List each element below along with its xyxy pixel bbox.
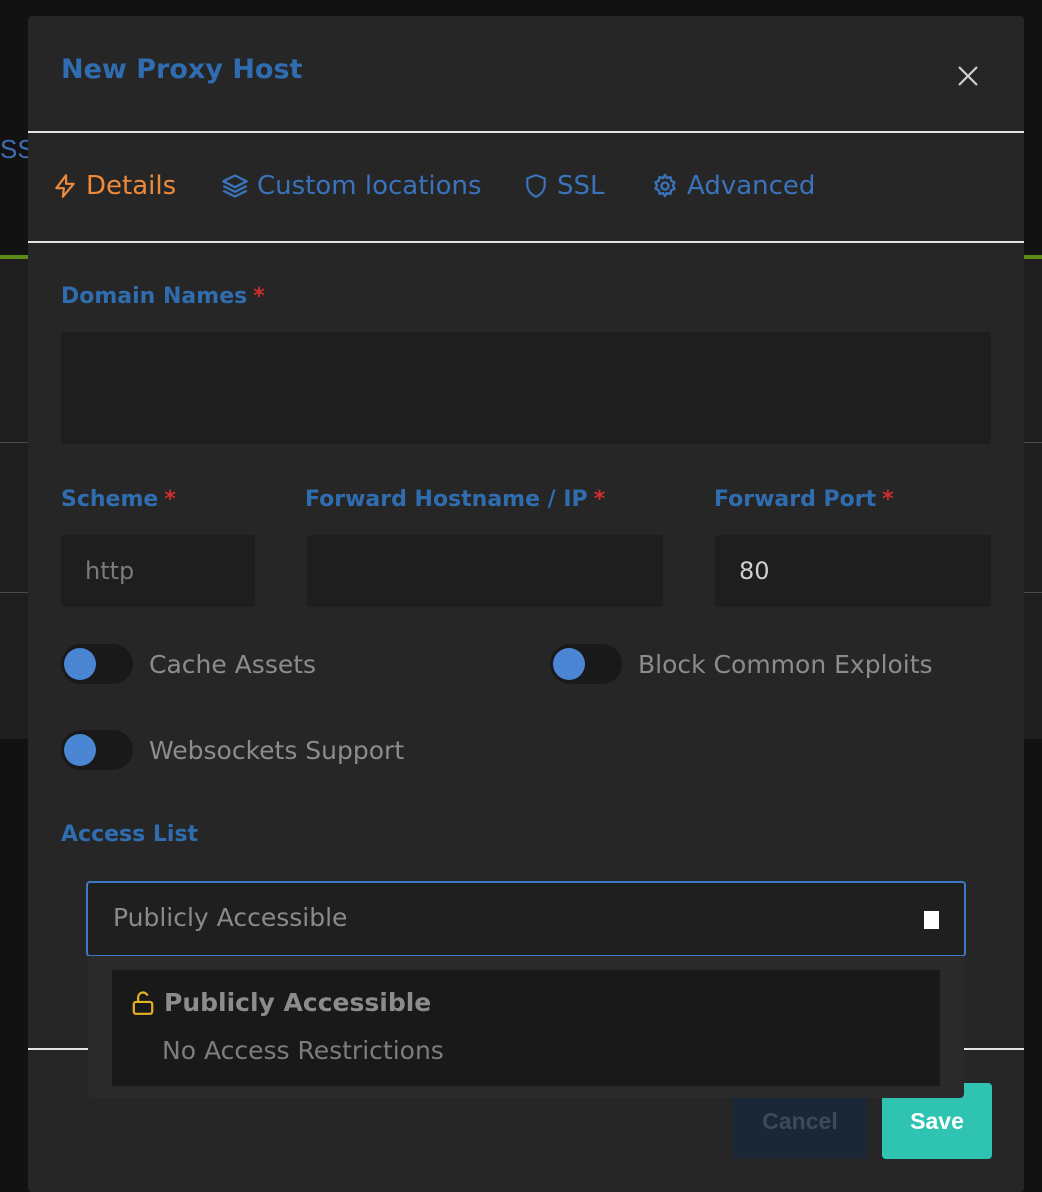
domain-names-input[interactable] [61,332,991,444]
required-mark: * [164,487,176,512]
forward-hostname-input[interactable] [307,535,663,607]
select-value: Publicly Accessible [113,903,348,932]
unlock-icon [132,991,154,1015]
domain-names-label: Domain Names * [61,284,265,309]
dropdown-option-publicly-accessible[interactable]: Publicly Accessible No Access Restrictio… [112,970,940,1086]
required-mark: * [253,284,265,309]
layers-icon [222,174,248,198]
label-text: Forward Hostname / IP [305,487,588,512]
forward-hostname-label: Forward Hostname / IP * [305,487,605,512]
tab-bar: Details Custom locations SSL Advanced [28,133,1024,243]
access-list-select[interactable]: Publicly Accessible [86,881,966,957]
access-list-label: Access List [61,822,199,847]
tab-details[interactable]: Details [52,171,176,201]
tab-ssl[interactable]: SSL [523,171,605,201]
label-text: Forward Port [714,487,877,512]
toggle-knob [64,648,96,680]
scheme-input[interactable] [61,535,255,607]
new-proxy-host-modal: New Proxy Host Details Custom locations [28,16,1024,1192]
required-mark: * [593,487,606,512]
tab-label: Details [86,171,177,201]
modal-title: New Proxy Host [61,54,303,85]
block-exploits-toggle[interactable]: Block Common Exploits [550,644,933,684]
forward-port-input[interactable] [715,535,991,607]
tab-label: Custom locations [257,171,482,201]
option-title: Publicly Accessible [164,988,432,1017]
forward-port-label: Forward Port * [714,487,894,512]
toggle-label: Cache Assets [149,649,317,679]
label-text: Domain Names [61,284,248,309]
bolt-icon [55,174,75,198]
text-cursor [924,911,939,929]
close-button[interactable] [954,62,982,90]
toggle-label: Websockets Support [149,735,405,765]
toggle-knob [64,734,96,766]
tab-label: Advanced [687,171,816,201]
gear-icon [654,173,676,198]
toggle-knob [553,648,585,680]
scheme-label: Scheme * [61,487,176,512]
access-list-dropdown: Publicly Accessible No Access Restrictio… [88,956,964,1098]
tab-custom-locations[interactable]: Custom locations [221,171,482,201]
modal-header: New Proxy Host [28,16,1024,133]
shield-icon [526,174,546,198]
required-mark: * [882,487,894,512]
close-icon [958,66,978,86]
cache-assets-toggle[interactable]: Cache Assets [61,644,316,684]
option-description: No Access Restrictions [162,1036,444,1065]
toggle-switch[interactable] [61,730,133,770]
tab-advanced[interactable]: Advanced [651,171,815,201]
toggle-switch[interactable] [61,644,133,684]
toggle-label: Block Common Exploits [638,649,933,679]
label-text: Scheme [61,487,159,512]
toggle-switch[interactable] [550,644,622,684]
websockets-toggle[interactable]: Websockets Support [61,730,404,770]
tab-label: SSL [557,171,605,201]
